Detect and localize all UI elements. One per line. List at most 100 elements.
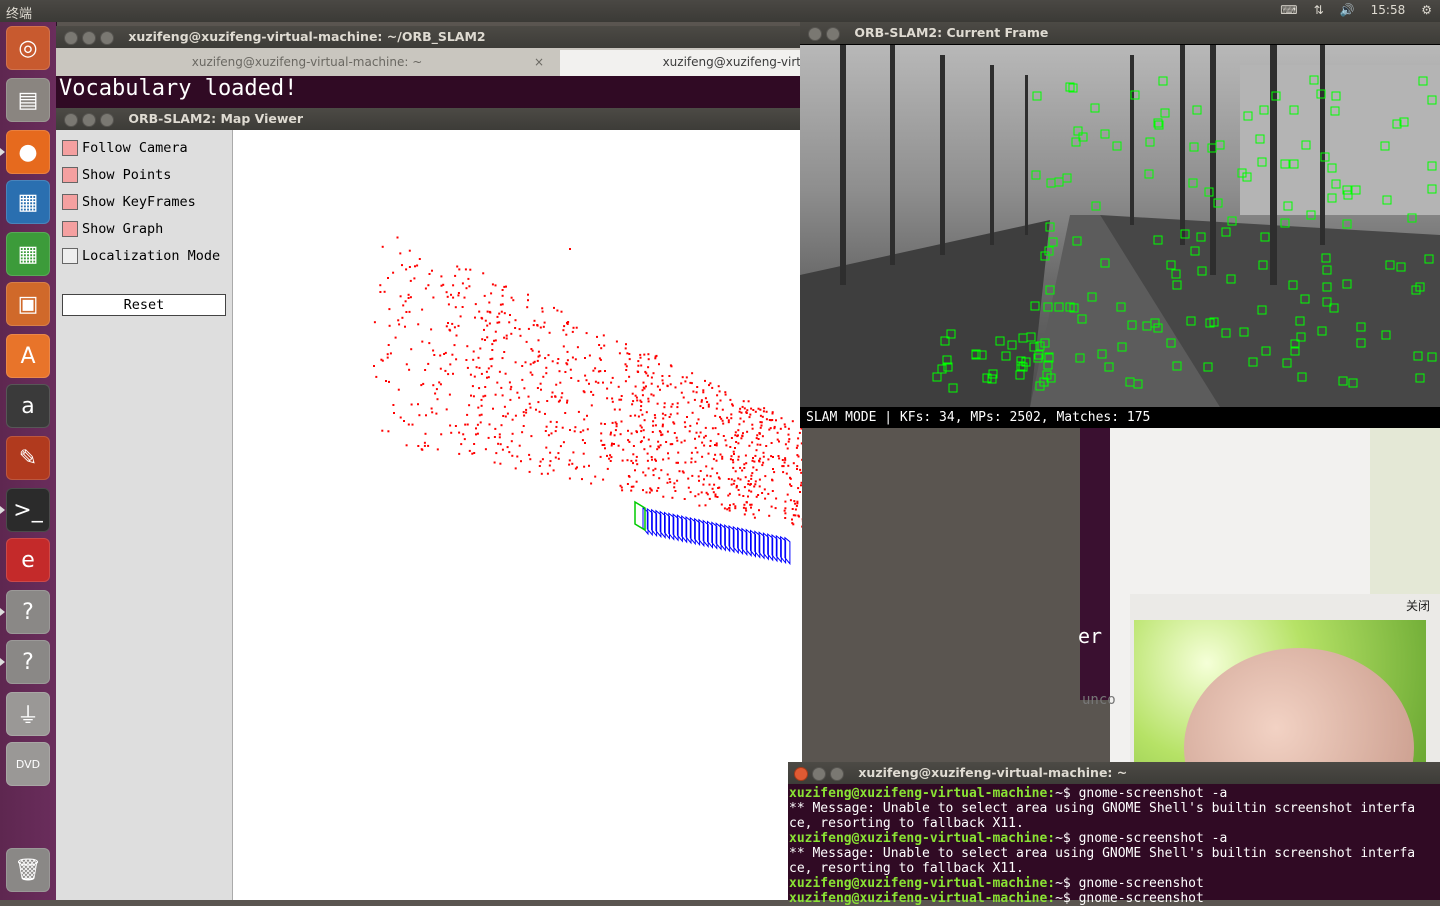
map-point bbox=[551, 396, 553, 398]
terminal2-output[interactable]: xuzifeng@xuzifeng-virtual-machine:~$ gno… bbox=[789, 786, 1437, 906]
map-point bbox=[665, 441, 667, 443]
terminal1-titlebar[interactable]: xuzifeng@xuzifeng-virtual-machine: ~/ORB… bbox=[56, 26, 801, 48]
minimize-icon[interactable] bbox=[82, 31, 96, 45]
checkbox-box[interactable] bbox=[62, 194, 78, 210]
gear-icon[interactable]: ⚙ bbox=[1421, 3, 1432, 17]
map-point bbox=[425, 433, 427, 435]
map-point bbox=[660, 444, 662, 446]
map-point bbox=[643, 429, 645, 431]
maximize-icon[interactable] bbox=[100, 31, 114, 45]
launcher-usb-drive-icon[interactable]: ⏚ bbox=[6, 692, 50, 736]
close-icon[interactable] bbox=[64, 31, 78, 45]
launcher-system-settings-icon[interactable]: ✎ bbox=[6, 436, 50, 480]
map-point bbox=[686, 376, 688, 378]
launcher-amazon-icon[interactable]: a bbox=[6, 384, 50, 428]
volume-icon[interactable]: 🔊 bbox=[1340, 3, 1355, 17]
minimize-icon[interactable] bbox=[812, 767, 826, 781]
terminal-line: xuzifeng@xuzifeng-virtual-machine:~$ gno… bbox=[789, 831, 1437, 846]
map-viewer-window[interactable]: ORB-SLAM2: Map Viewer Follow Camera Show… bbox=[56, 108, 802, 900]
map-3d-view[interactable] bbox=[233, 130, 802, 900]
map-point bbox=[756, 469, 758, 471]
map-point bbox=[563, 345, 565, 347]
clock[interactable]: 15:58 bbox=[1371, 3, 1406, 17]
map-viewer-titlebar[interactable]: ORB-SLAM2: Map Viewer bbox=[56, 108, 802, 130]
map-point bbox=[642, 389, 644, 391]
map-point bbox=[555, 396, 557, 398]
map-point bbox=[557, 452, 559, 454]
map-point bbox=[595, 381, 597, 383]
show-graph-checkbox[interactable]: Show Graph bbox=[62, 219, 163, 239]
maximize-icon[interactable] bbox=[830, 767, 844, 781]
launcher-unknown-app-1-icon[interactable]: ? bbox=[6, 590, 50, 634]
close-button[interactable]: 关闭 bbox=[1406, 597, 1430, 614]
terminal2-titlebar[interactable]: xuzifeng@xuzifeng-virtual-machine: ~ bbox=[788, 762, 1440, 784]
checkbox-box[interactable] bbox=[62, 140, 78, 156]
launcher-files-icon[interactable]: ▤ bbox=[6, 78, 50, 122]
launcher-unknown-app-2-icon[interactable]: ? bbox=[6, 640, 50, 684]
map-point bbox=[753, 513, 755, 515]
tree-trunk bbox=[1210, 45, 1216, 275]
map-point bbox=[390, 352, 392, 354]
map-point bbox=[780, 428, 782, 430]
map-point bbox=[772, 413, 774, 415]
map-point bbox=[468, 285, 470, 287]
map-point bbox=[742, 495, 744, 497]
map-point bbox=[558, 458, 560, 460]
show-keyframes-checkbox[interactable]: Show KeyFrames bbox=[62, 192, 196, 212]
close-icon[interactable] bbox=[808, 27, 822, 41]
launcher-libreoffice-calc-icon[interactable]: ▦ bbox=[6, 232, 50, 276]
terminal1-tab-2[interactable]: xuzifeng@xuzifeng-virt bbox=[560, 50, 801, 76]
launcher-trash-icon[interactable]: 🗑 bbox=[6, 848, 50, 892]
minimize-icon[interactable] bbox=[82, 113, 96, 127]
map-point bbox=[515, 319, 517, 321]
tab-close-icon[interactable]: × bbox=[534, 50, 544, 74]
launcher-software-center-icon[interactable]: A bbox=[6, 334, 50, 378]
map-point bbox=[487, 311, 489, 313]
localization-mode-checkbox[interactable]: Localization Mode bbox=[62, 246, 220, 266]
terminal-line: ** Message: Unable to select area using … bbox=[789, 846, 1437, 861]
close-icon[interactable] bbox=[64, 113, 78, 127]
network-icon[interactable]: ⇅ bbox=[1314, 3, 1324, 17]
map-point bbox=[661, 375, 663, 377]
map-point bbox=[523, 411, 525, 413]
launcher-libreoffice-writer-icon[interactable]: ▦ bbox=[6, 180, 50, 224]
current-frame-titlebar[interactable]: ORB-SLAM2: Current Frame bbox=[800, 22, 1440, 44]
map-point bbox=[726, 508, 728, 510]
map-point bbox=[583, 453, 585, 455]
checkbox-box[interactable] bbox=[62, 248, 78, 264]
reset-button[interactable]: Reset bbox=[62, 294, 226, 316]
background-terminal-sliver: er bbox=[1080, 428, 1110, 700]
map-point bbox=[437, 398, 439, 400]
map-point bbox=[627, 430, 629, 432]
map-point bbox=[481, 318, 483, 320]
terminal-window-home[interactable]: xuzifeng@xuzifeng-virtual-machine: ~ xuz… bbox=[788, 762, 1440, 900]
map-point bbox=[503, 351, 505, 353]
launcher-firefox-icon[interactable]: ● bbox=[6, 130, 50, 174]
close-icon[interactable] bbox=[794, 767, 808, 781]
current-frame-window[interactable]: ORB-SLAM2: Current Frame SLAM MODE | KFs… bbox=[800, 22, 1440, 428]
launcher-ubuntu-dash-icon[interactable]: ◎ bbox=[6, 26, 50, 70]
map-point bbox=[457, 294, 459, 296]
follow-camera-checkbox[interactable]: Follow Camera bbox=[62, 138, 188, 158]
map-point bbox=[639, 354, 641, 356]
checkbox-box[interactable] bbox=[62, 221, 78, 237]
keyboard-icon[interactable]: ⌨ bbox=[1280, 3, 1297, 17]
map-point bbox=[485, 448, 487, 450]
map-point bbox=[653, 395, 655, 397]
map-point bbox=[664, 402, 666, 404]
show-points-checkbox[interactable]: Show Points bbox=[62, 165, 171, 185]
minimize-icon[interactable] bbox=[826, 27, 840, 41]
map-point bbox=[489, 311, 491, 313]
launcher-document-viewer-icon[interactable]: e bbox=[6, 538, 50, 582]
launcher-terminal-icon[interactable]: >_ bbox=[6, 488, 50, 532]
launcher-libreoffice-impress-icon[interactable]: ▣ bbox=[6, 282, 50, 326]
terminal1-tab-1[interactable]: xuzifeng@xuzifeng-virtual-machine: ~ × bbox=[56, 50, 558, 76]
launcher-dvd-icon[interactable]: DVD bbox=[6, 742, 50, 786]
map-point bbox=[640, 441, 642, 443]
map-point bbox=[417, 403, 419, 405]
map-point bbox=[756, 437, 758, 439]
checkbox-box[interactable] bbox=[62, 167, 78, 183]
notification-popup[interactable]: 关闭 bbox=[1130, 594, 1440, 764]
maximize-icon[interactable] bbox=[100, 113, 114, 127]
map-point bbox=[530, 435, 532, 437]
